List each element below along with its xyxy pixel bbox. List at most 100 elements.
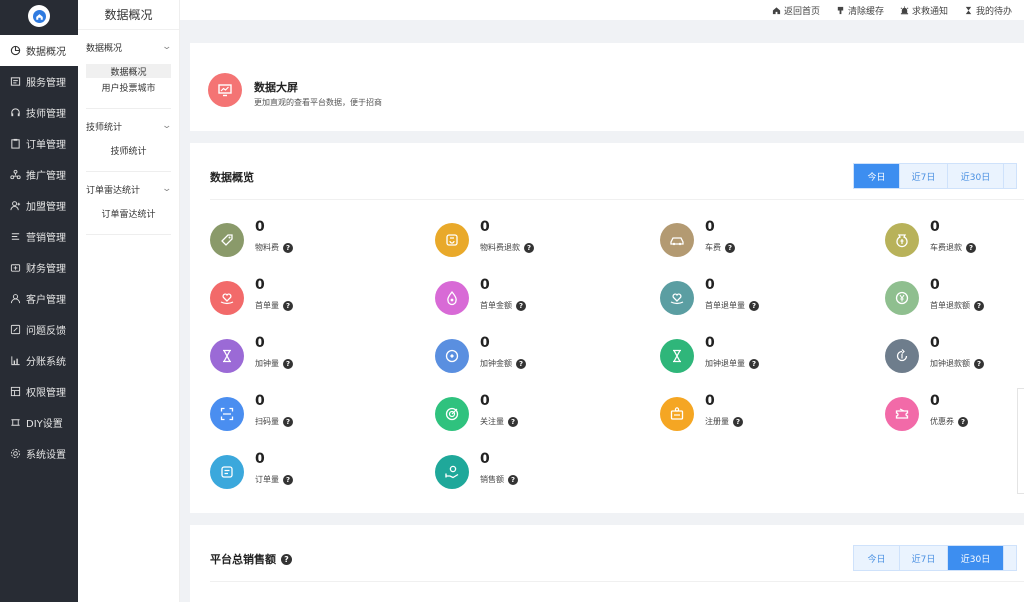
sidebar-item-customer[interactable]: 客户管理 [0,283,78,314]
stat-value: 0 [705,219,715,235]
hourglass-icon [965,6,972,14]
help-icon[interactable]: ? [283,242,293,253]
home-logo[interactable] [28,5,50,27]
tab-more[interactable] [1004,546,1016,570]
clear-cache-link[interactable]: 清除缓存 [836,4,884,17]
tab-7days[interactable]: 近7日 [900,546,948,570]
help-icon[interactable]: ? [749,358,759,369]
sidebar-item-permissions[interactable]: 权限管理 [0,376,78,407]
help-icon[interactable]: ? [516,358,526,369]
tab-7days[interactable]: 近7日 [900,164,948,188]
stat-item: 0 扫码量? [210,393,410,433]
sidebar-item-label: 数据概况 [26,47,66,58]
subnav-link-data-overview[interactable]: 数据概况 [86,64,171,78]
help-icon[interactable]: ? [974,358,984,369]
help-icon[interactable]: ? [283,358,293,369]
sales-title-text: 平台总销售额 [210,553,276,566]
sidebar-item-label: 推广管理 [26,171,66,182]
subnav-group-header[interactable]: 技师统计 ⌄ [86,109,173,143]
stat-label: 车费? [705,242,735,253]
sidebar-item-label: 财务管理 [26,264,66,275]
stat-label: 加钟退款额? [930,358,984,369]
stat-label-text: 优惠券 [930,417,954,426]
stat-item: 0 车费退款? [885,219,1024,259]
stat-label-text: 订单量 [255,475,279,484]
help-icon[interactable]: ? [725,242,735,253]
subnav-group-header[interactable]: 订单雷达统计 ⌄ [86,172,173,206]
tab-today[interactable]: 今日 [854,546,900,570]
subnav-link-order-radar[interactable]: 订单雷达统计 [86,206,171,220]
tab-more[interactable] [1004,164,1016,188]
side-floating-panel[interactable] [1017,388,1024,494]
sidebar-item-orders[interactable]: 订单管理 [0,128,78,159]
sidebar-item-label: 营销管理 [26,233,66,244]
sidebar-item-franchise[interactable]: 加盟管理 [0,190,78,221]
sidebar-item-feedback[interactable]: 问题反馈 [0,314,78,345]
key-box-icon [10,386,21,397]
sales-divider [210,581,1024,582]
help-icon[interactable]: ? [516,300,526,311]
stat-label: 加钟量? [255,358,293,369]
stat-item: 0 注册量? [660,393,860,433]
help-icon[interactable]: ? [524,242,534,253]
monitor-icon [208,73,242,107]
alarm-icon [900,5,909,14]
yuan-circle-icon [885,281,919,315]
stat-label-text: 首单退款额 [930,301,970,310]
help-icon[interactable]: ? [733,416,743,427]
heart-hand-icon [660,281,694,315]
stat-label: 注册量? [705,416,743,427]
sidebar-item-split-account[interactable]: 分账系统 [0,345,78,376]
help-icon[interactable]: ? [966,242,976,253]
stat-value: 0 [255,451,265,467]
tab-30days[interactable]: 近30日 [948,164,1004,188]
sidebar-item-technician[interactable]: 技师管理 [0,97,78,128]
stat-value: 0 [255,277,265,293]
subnav-group-header[interactable]: 数据概况 ⌄ [86,30,173,64]
clipboard-icon [10,138,21,149]
help-icon[interactable]: ? [281,553,292,565]
sub-sidebar-title: 数据概况 [78,0,179,30]
stat-item: 0 首单金额? [435,277,635,317]
sidebar-item-marketing[interactable]: 营销管理 [0,221,78,252]
stat-label: 加钟金额? [480,358,526,369]
brush-icon [837,6,844,14]
refund-box-icon [435,223,469,257]
sos-notice-link[interactable]: 求救通知 [900,4,948,17]
help-icon[interactable]: ? [283,416,293,427]
stat-label-text: 关注量 [480,417,504,426]
help-icon[interactable]: ? [974,300,984,311]
back-home-link[interactable]: 返回首页 [772,4,820,17]
chevron-down-icon: ⌄ [161,121,173,131]
sidebar-item-service[interactable]: 服务管理 [0,66,78,97]
sidebar-item-diy[interactable]: DIY设置 [0,407,78,438]
tab-30days[interactable]: 近30日 [948,546,1004,570]
sidebar-item-label: DIY设置 [26,419,63,430]
my-todo-link[interactable]: 我的待办 [964,4,1012,17]
marketing-icon [10,231,21,242]
subnav-link-user-vote-city[interactable]: 用户投票城市 [86,80,171,94]
stat-label-text: 车费 [705,243,721,252]
sidebar-item-promotion[interactable]: 推广管理 [0,159,78,190]
user-add-icon [10,200,21,211]
subnav-group-technician: 技师统计 ⌄ 技师统计 [86,109,173,172]
tab-today[interactable]: 今日 [854,164,900,188]
sidebar-item-system[interactable]: 系统设置 [0,438,78,469]
subnav-link-technician-stats[interactable]: 技师统计 [86,143,171,157]
help-icon[interactable]: ? [508,416,518,427]
stat-item: 0 首单退款额? [885,277,1024,317]
stat-item: 0 销售额? [435,451,635,491]
logo-area [0,0,78,32]
help-icon[interactable]: ? [283,300,293,311]
help-icon[interactable]: ? [508,474,518,485]
sidebar-item-data-overview[interactable]: 数据概况 [0,35,78,66]
main-sidebar: 数据概况 服务管理 技师管理 订单管理 推广管理 加盟管理 营销管理 财务管理 … [0,0,78,602]
help-icon[interactable]: ? [283,474,293,485]
sos-notice-label: 求救通知 [911,6,948,17]
stat-label-text: 扫码量 [255,417,279,426]
stat-label: 车费退款? [930,242,976,253]
help-icon[interactable]: ? [749,300,759,311]
sidebar-item-finance[interactable]: 财务管理 [0,252,78,283]
help-icon[interactable]: ? [958,416,968,427]
data-screen-card[interactable]: 数据大屏 更加直观的查看平台数据，便于招商 [190,43,1024,131]
